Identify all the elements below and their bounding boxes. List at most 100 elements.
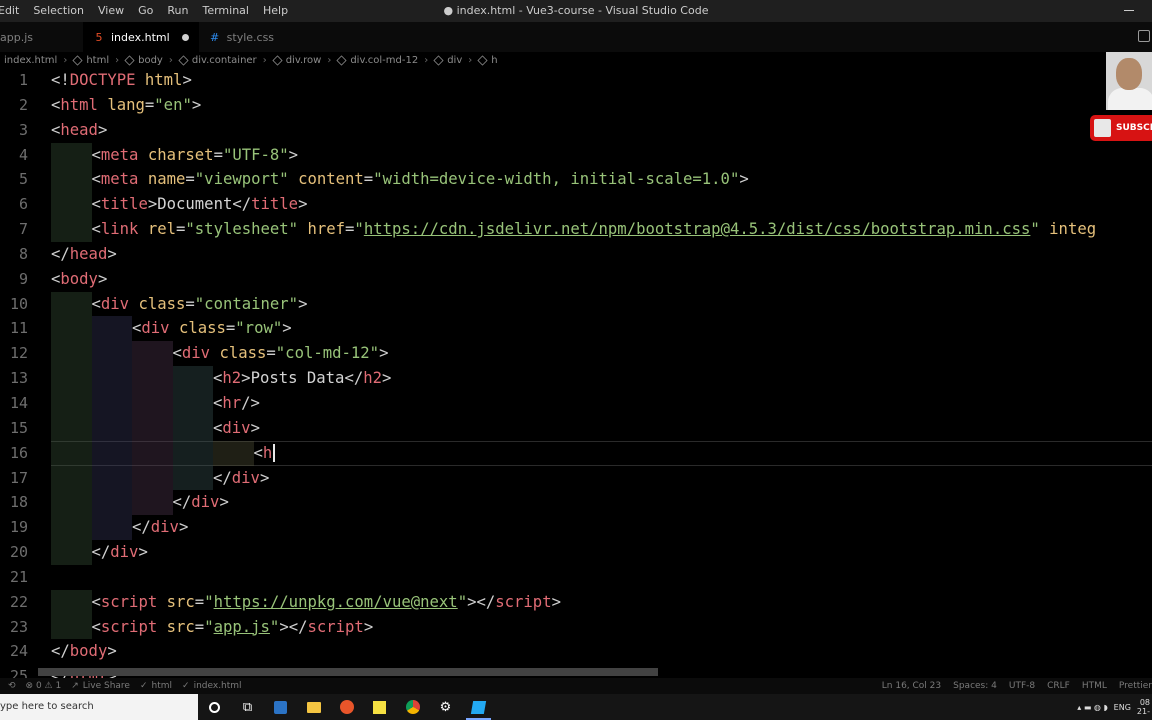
unsaved-dot-icon[interactable] xyxy=(181,33,189,41)
tray-icons[interactable]: ▴ ▬ ◍ ◗ xyxy=(1077,703,1107,712)
tray-clock[interactable]: 08 21- xyxy=(1137,698,1150,716)
tray-language[interactable]: ENG xyxy=(1114,703,1131,712)
menu-terminal[interactable]: Terminal xyxy=(195,0,256,22)
language-mode[interactable]: HTML xyxy=(1082,681,1107,691)
breadcrumb-item[interactable]: div.col-md-12 xyxy=(336,55,418,66)
code-line[interactable]: <script src="https://unpkg.com/vue@next"… xyxy=(51,589,1152,615)
breadcrumb-item[interactable]: div.row xyxy=(272,55,321,66)
code-line[interactable]: </div> xyxy=(51,465,1152,491)
menu-selection[interactable]: Selection xyxy=(26,0,91,22)
code-line[interactable]: <!DOCTYPE html> xyxy=(51,68,1152,93)
code-token: html xyxy=(144,71,183,89)
horizontal-scrollbar[interactable] xyxy=(38,668,658,676)
remote-icon[interactable]: ⟲ xyxy=(8,681,16,691)
line-number: 11 xyxy=(9,319,28,338)
code-token: "container" xyxy=(194,294,299,313)
chevron-right-icon: › xyxy=(168,54,173,66)
code-token: > xyxy=(107,244,117,263)
code-line[interactable]: </div> xyxy=(51,490,1152,516)
indentation[interactable]: Spaces: 4 xyxy=(953,681,997,691)
code-token: "viewport" xyxy=(194,170,289,189)
html-tag-indicator[interactable]: ✓ html xyxy=(140,681,172,691)
live-share-icon: ↗ xyxy=(71,681,79,691)
split-editor-icon[interactable] xyxy=(1138,30,1150,42)
code-line[interactable]: </div> xyxy=(51,515,1152,541)
code-line[interactable]: <div> xyxy=(51,415,1152,441)
breadcrumb-item[interactable]: div xyxy=(433,55,462,66)
app-icon[interactable] xyxy=(264,694,297,720)
line-number: 14 xyxy=(9,393,28,412)
menu-edit[interactable]: Edit xyxy=(0,0,26,22)
menu-view[interactable]: View xyxy=(91,0,131,22)
menu-go[interactable]: Go xyxy=(131,0,160,22)
code-line[interactable]: </head> xyxy=(51,242,1152,267)
code-line[interactable]: </div> xyxy=(51,540,1152,565)
code-line[interactable]: <body> xyxy=(51,267,1152,292)
tab-app-js[interactable]: app.js xyxy=(0,22,43,52)
file-explorer-icon[interactable] xyxy=(297,694,330,720)
cortana-icon[interactable] xyxy=(198,694,231,720)
indent-guide xyxy=(213,440,254,466)
line-number: 17 xyxy=(9,468,28,487)
file-indicator[interactable]: ✓ index.html xyxy=(182,681,242,691)
code-token: < xyxy=(213,393,223,412)
breadcrumb-item[interactable]: index.html xyxy=(4,55,57,66)
cursor-position[interactable]: Ln 16, Col 23 xyxy=(882,681,941,691)
code-line[interactable]: <meta charset="UTF-8"> xyxy=(51,142,1152,168)
chevron-right-icon: › xyxy=(468,54,473,66)
task-view-icon[interactable]: ⧉ xyxy=(231,694,264,720)
code-line[interactable] xyxy=(51,565,1152,590)
code-token: src xyxy=(166,592,195,611)
breadcrumb-item[interactable]: body xyxy=(124,55,163,66)
code-line[interactable]: <div class="col-md-12"> xyxy=(51,341,1152,367)
settings-gear-icon[interactable]: ⚙ xyxy=(429,694,462,720)
tab-style-css[interactable]: # style.css xyxy=(199,22,284,52)
code-line[interactable]: <link rel="stylesheet" href="https://cdn… xyxy=(51,217,1152,242)
firefox-icon[interactable] xyxy=(330,694,363,720)
problems-indicator[interactable]: ⊗ 0 ⚠ 1 xyxy=(26,681,62,691)
vscode-icon[interactable] xyxy=(462,694,495,720)
code-line[interactable]: <hr/> xyxy=(51,390,1152,416)
sticky-notes-icon[interactable] xyxy=(363,694,396,720)
code-line[interactable]: <script src="app.js"></script> xyxy=(51,614,1152,640)
code-line[interactable]: <div class="row"> xyxy=(51,316,1152,342)
indent-guide xyxy=(91,366,132,391)
code-line[interactable]: <h2>Posts Data</h2> xyxy=(51,366,1152,391)
code-lines[interactable]: <!DOCTYPE html> <html lang="en"> <head> <me… xyxy=(51,68,1152,678)
code-line[interactable]: <meta name="viewport" content="width=dev… xyxy=(51,167,1152,193)
live-share-button[interactable]: ↗ Live Share xyxy=(71,681,130,691)
editor-tab-bar: app.js 5 index.html # style.css xyxy=(0,22,1152,52)
chevron-right-icon: › xyxy=(63,54,68,66)
subscribe-badge[interactable]: SUBSCRI xyxy=(1090,115,1152,141)
chrome-icon[interactable] xyxy=(396,694,429,720)
code-token: div xyxy=(100,294,130,313)
formatter[interactable]: Prettier xyxy=(1119,681,1152,691)
taskbar-search-input[interactable]: ype here to search xyxy=(0,694,198,720)
encoding[interactable]: UTF-8 xyxy=(1009,681,1035,691)
breadcrumb-item[interactable]: html xyxy=(72,55,109,66)
code-line[interactable]: <h xyxy=(51,440,1152,466)
code-editor[interactable]: 1 2 3 4 5 6 7 8 9 10 11 12 13 14 15 16 1… xyxy=(0,68,1152,678)
menu-help[interactable]: Help xyxy=(256,0,295,22)
breadcrumb-item[interactable]: h xyxy=(477,55,498,66)
code-token: </ xyxy=(132,518,151,537)
breadcrumb-item[interactable]: div.container xyxy=(178,55,257,66)
indent-guide xyxy=(172,390,213,416)
code-token: > xyxy=(282,319,292,338)
code-token: = xyxy=(144,95,155,114)
code-line[interactable]: <html lang="en"> xyxy=(51,93,1152,118)
code-line[interactable]: <div class="container"> xyxy=(51,291,1152,317)
code-line[interactable]: <title>Document</title> xyxy=(51,192,1152,218)
menu-run[interactable]: Run xyxy=(160,0,195,22)
code-content: <script src="https://unpkg.com/vue@next"… xyxy=(92,590,561,615)
minimize-button[interactable] xyxy=(1124,5,1134,15)
code-content: <div class="row"> xyxy=(132,316,292,341)
code-line[interactable]: </body> xyxy=(51,639,1152,664)
line-endings[interactable]: CRLF xyxy=(1047,681,1070,691)
tab-index-html[interactable]: 5 index.html xyxy=(83,22,199,52)
code-token: < xyxy=(91,294,101,313)
code-line[interactable]: <head> xyxy=(51,118,1152,143)
indent-guide xyxy=(51,515,92,541)
